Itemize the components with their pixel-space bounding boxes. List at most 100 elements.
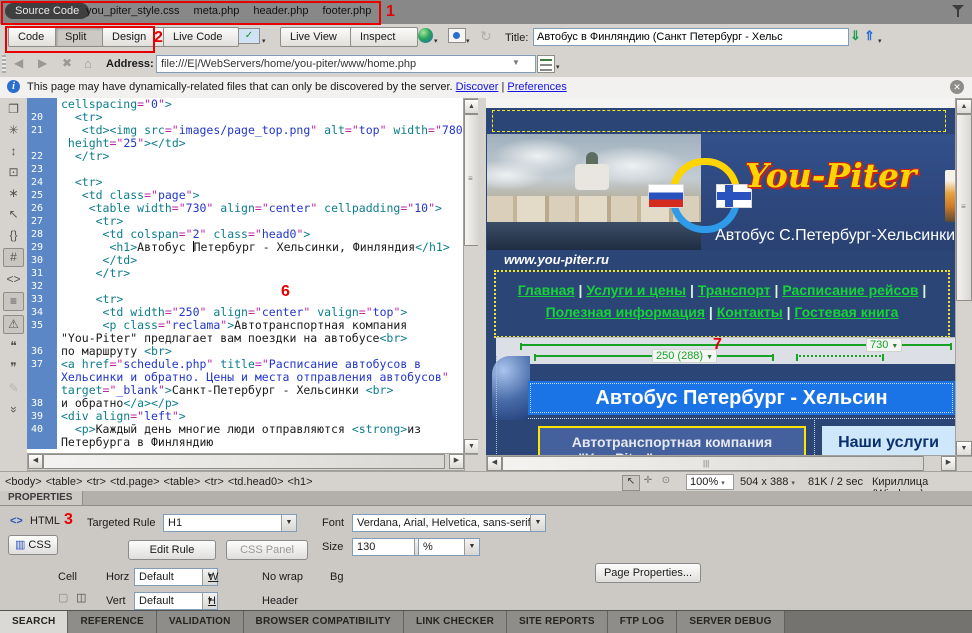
page-properties-button[interactable]: Page Properties...: [595, 563, 701, 583]
document-title-input[interactable]: [533, 28, 849, 46]
results-tab-server-debug[interactable]: SERVER DEBUG: [677, 611, 784, 633]
page-heading-h1[interactable]: Автобус Петербург - Хельсин: [528, 381, 955, 415]
table-width-bar[interactable]: 730 ▼ 250 (288) ▼: [496, 337, 955, 364]
results-tab-site-reports[interactable]: SITE REPORTS: [507, 611, 608, 633]
live-code-button[interactable]: Live Code: [163, 27, 239, 47]
font-select[interactable]: Verdana, Arial, Helvetica, sans-serif▼: [352, 514, 546, 532]
zoom-tool-icon[interactable]: ⊙: [658, 475, 674, 489]
scroll-right-icon[interactable]: ▶: [449, 454, 464, 469]
tag-selector-item[interactable]: <body>: [5, 476, 42, 488]
nav-link[interactable]: Контакты: [717, 304, 783, 320]
horz-align-select[interactable]: Default▼: [134, 568, 218, 586]
banner-image[interactable]: You-Piter Автобус С.Петербург-Хельсинки: [487, 134, 955, 250]
magnification-select[interactable]: 100% ▾: [686, 474, 734, 490]
targeted-rule-select[interactable]: H1▼: [163, 514, 297, 532]
file-get-download-icon[interactable]: ⇓: [850, 28, 861, 44]
preferences-link[interactable]: Preferences: [507, 81, 566, 93]
results-tab-validation[interactable]: VALIDATION: [157, 611, 244, 633]
code-line[interactable]: Петербурга в Финляндию: [27, 436, 463, 449]
pointer-tool-icon[interactable]: ↖: [622, 475, 640, 491]
column-width-dotted-line[interactable]: [796, 355, 884, 357]
design-scroll-down-icon[interactable]: ▼: [956, 441, 972, 456]
code-scroll-thumb[interactable]: ≡: [464, 114, 479, 246]
filter-related-files-icon[interactable]: [952, 5, 964, 17]
code-horizontal-scrollbar[interactable]: ◀ ▶: [27, 453, 465, 471]
scroll-up-icon[interactable]: ▲: [464, 99, 479, 114]
left-column-width-line[interactable]: 250 (288) ▼: [534, 355, 774, 357]
results-tab-browser-compatibility[interactable]: BROWSER COMPATIBILITY: [244, 611, 405, 633]
results-tab-link-checker[interactable]: LINK CHECKER: [404, 611, 507, 633]
validate-page-icon[interactable]: [448, 28, 466, 43]
results-tab-ftp-log[interactable]: FTP LOG: [608, 611, 678, 633]
code-navigator-icon[interactable]: ✳: [4, 122, 23, 139]
code-hscroll-thumb[interactable]: [43, 454, 445, 469]
check-browser-compatibility-icon[interactable]: ✓: [238, 28, 260, 44]
live-view-button[interactable]: Live View: [280, 27, 356, 47]
results-tab-reference[interactable]: REFERENCE: [68, 611, 156, 633]
open-documents-icon[interactable]: ❐: [4, 101, 23, 118]
design-vertical-scrollbar[interactable]: ▲ ≡ ▼: [955, 98, 972, 457]
remove-comment-icon[interactable]: ❞: [4, 359, 23, 376]
balance-braces-icon[interactable]: {}: [4, 227, 23, 244]
design-scroll-up-icon[interactable]: ▲: [956, 99, 972, 114]
tag-selector-item[interactable]: <td.head0>: [228, 476, 284, 488]
back-icon[interactable]: ◀: [14, 56, 23, 70]
collapse-selection-icon[interactable]: ⊡: [4, 164, 23, 181]
results-tab-search[interactable]: SEARCH: [0, 611, 68, 633]
outer-table-width-line[interactable]: 730 ▼: [520, 344, 952, 346]
outer-table-width-label[interactable]: 730 ▼: [866, 338, 902, 352]
design-scroll-right-icon[interactable]: ▶: [941, 456, 956, 471]
code-line[interactable]: 31 </tr>: [27, 267, 463, 280]
hand-tool-icon[interactable]: ✛: [640, 475, 656, 489]
design-scroll-left-icon[interactable]: ◀: [487, 456, 502, 471]
design-scroll-thumb[interactable]: ≡: [956, 114, 972, 301]
nav-link[interactable]: Транспорт: [698, 282, 771, 298]
edit-rule-button[interactable]: Edit Rule: [128, 540, 216, 560]
live-view-options-icon[interactable]: [537, 55, 555, 73]
infobar-close-icon[interactable]: ✕: [950, 80, 964, 94]
line-numbers-icon[interactable]: #: [3, 248, 24, 267]
services-heading-cell[interactable]: Наши услуги: [822, 426, 955, 455]
syntax-error-alerts-icon[interactable]: ⚠: [3, 315, 24, 334]
tag-selector-item[interactable]: <h1>: [288, 476, 313, 488]
tag-selector-item[interactable]: <table>: [164, 476, 201, 488]
reclama-text-cell[interactable]: Автотранспортная компания "You-Piter" пр…: [538, 426, 806, 455]
nav-link[interactable]: Полезная информация: [546, 304, 705, 320]
nav-link[interactable]: Расписание рейсов: [782, 282, 918, 298]
code-lines[interactable]: cellspacing="0">20 <tr>21 <td><img src="…: [27, 98, 463, 449]
address-dropdown-icon[interactable]: ▼: [512, 58, 520, 67]
nav-link[interactable]: Главная: [518, 282, 575, 298]
scroll-down-icon[interactable]: ▼: [464, 439, 479, 454]
css-mode-button[interactable]: ▥ CSS: [8, 535, 58, 555]
code-view-pane[interactable]: cellspacing="0">20 <tr>21 <td><img src="…: [27, 98, 463, 453]
select-parent-tag-icon[interactable]: ↖: [4, 206, 23, 223]
more-chevron-icon[interactable]: »: [5, 400, 22, 419]
tag-selector-item[interactable]: <tr>: [86, 476, 106, 488]
nav-link[interactable]: Гостевая книга: [794, 304, 898, 320]
forward-icon[interactable]: ▶: [38, 56, 47, 70]
file-put-upload-icon[interactable]: ⇑: [864, 28, 875, 44]
stop-icon[interactable]: ✖: [62, 56, 72, 70]
properties-tab[interactable]: PROPERTIES: [0, 491, 83, 505]
window-size-popup[interactable]: 504 x 388 ▾: [740, 476, 795, 488]
collapse-full-tag-icon[interactable]: ↕: [4, 143, 23, 160]
preview-in-browser-globe-icon[interactable]: [418, 28, 433, 43]
left-column-width-label[interactable]: 250 (288) ▼: [652, 349, 717, 363]
nav-menu-cell[interactable]: Главная | Услуги и цены | Транспорт | Ра…: [494, 270, 950, 338]
html-mode-button[interactable]: HTML: [30, 515, 60, 527]
design-hscroll-thumb[interactable]: |||: [502, 456, 924, 471]
size-unit-select[interactable]: %▼: [418, 538, 480, 556]
address-input[interactable]: [156, 55, 536, 73]
nav-link[interactable]: Услуги и цены: [586, 282, 686, 298]
home-icon[interactable]: ⌂: [84, 56, 92, 71]
tag-selector-item[interactable]: <tr>: [204, 476, 224, 488]
highlight-invalid-code-icon[interactable]: <>: [4, 271, 23, 288]
tag-selector-item[interactable]: <table>: [46, 476, 83, 488]
apply-comment-icon[interactable]: ❝: [4, 338, 23, 355]
vert-align-select[interactable]: Default▼: [134, 592, 218, 610]
design-view-pane[interactable]: You-Piter Автобус С.Петербург-Хельсинки …: [486, 98, 955, 455]
expand-all-icon[interactable]: ∗: [4, 185, 23, 202]
scroll-left-icon[interactable]: ◀: [28, 454, 43, 469]
word-wrap-icon[interactable]: ≡: [3, 292, 24, 311]
inspect-button[interactable]: Inspect: [350, 27, 418, 47]
